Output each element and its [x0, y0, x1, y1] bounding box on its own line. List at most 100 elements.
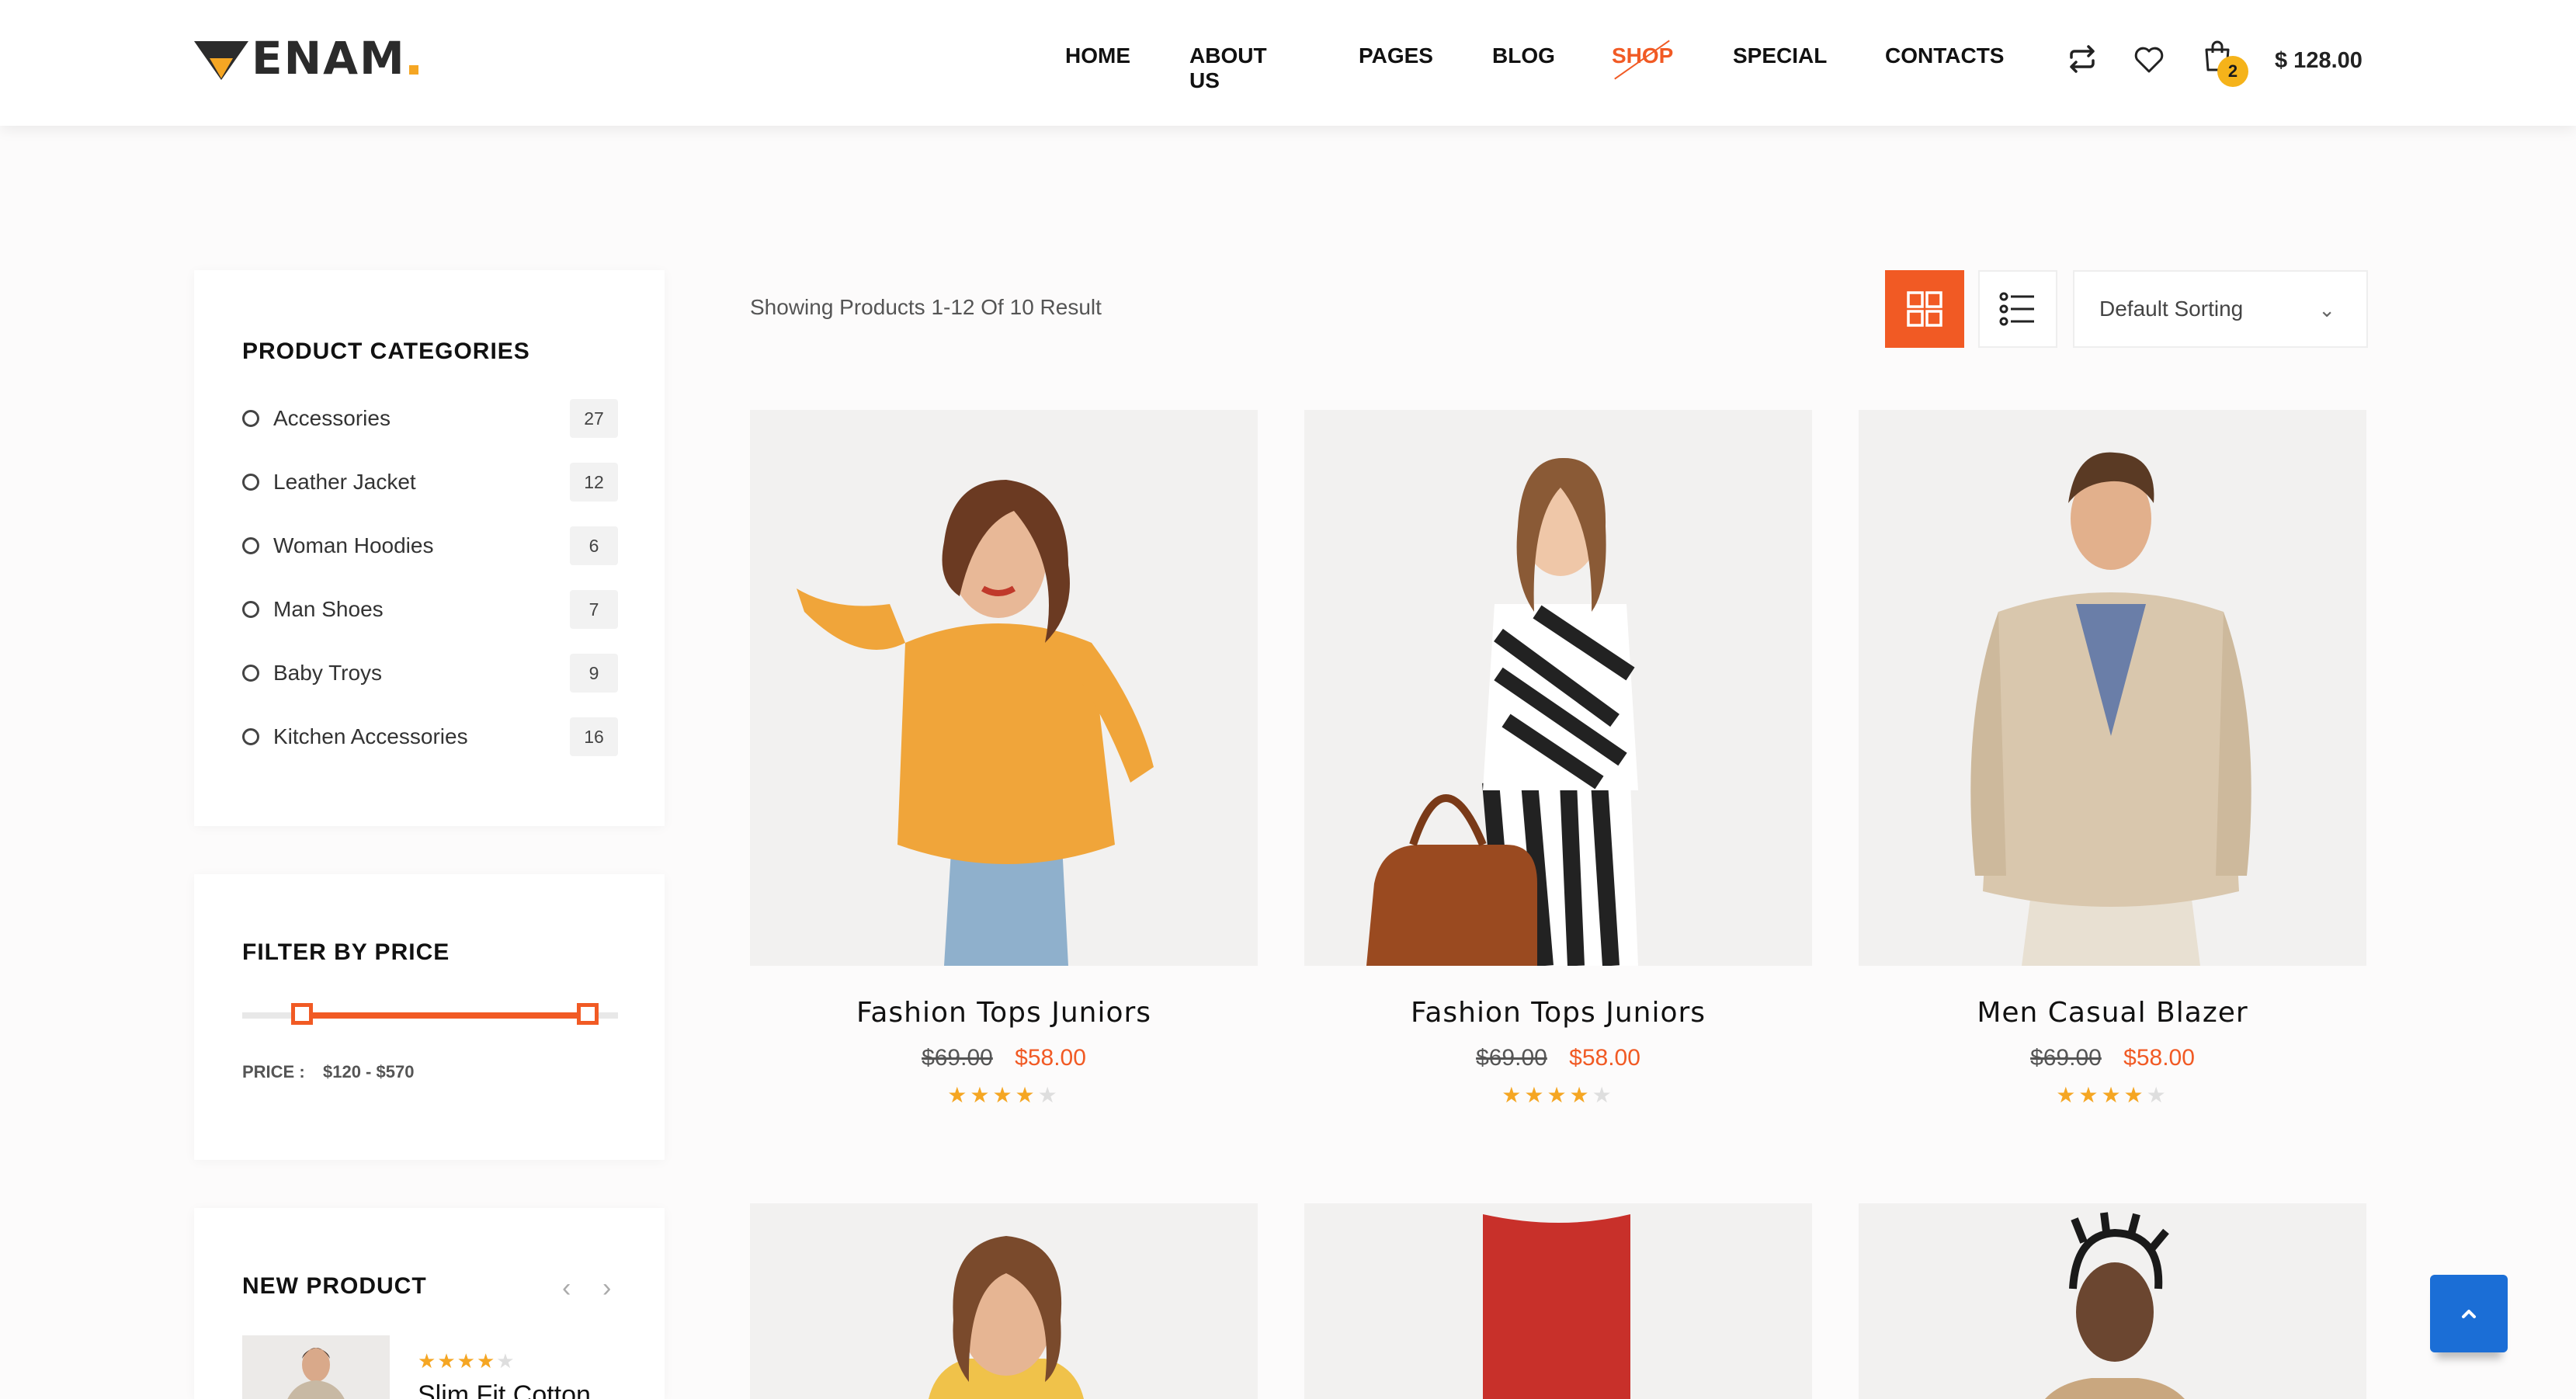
nav-special[interactable]: SPECIAL [1733, 43, 1827, 68]
category-count: 6 [570, 526, 618, 565]
category-item[interactable]: Accessories 27 [242, 399, 618, 438]
product-price: $69.00 $58.00 [750, 1045, 1258, 1071]
category-label: Kitchen Accessories [273, 724, 468, 748]
star-filled-icon: ★ [1547, 1083, 1570, 1107]
new-product-title: NEW PRODUCT [242, 1273, 427, 1299]
star-empty-icon: ★ [1037, 1083, 1061, 1107]
category-count: 12 [570, 463, 618, 502]
star-filled-icon: ★ [1524, 1083, 1547, 1107]
star-empty-icon: ★ [1592, 1083, 1615, 1107]
category-item[interactable]: Man Shoes 7 [242, 590, 618, 629]
category-label: Accessories [273, 406, 391, 430]
product-price: $69.00 $58.00 [1304, 1045, 1812, 1071]
category-label: Baby Troys [273, 661, 383, 685]
star-filled-icon: ★ [1502, 1083, 1525, 1107]
star-filled-icon: ★ [992, 1083, 1015, 1107]
site-header: ENAM HOME ABOUT US PAGES BLOG SHOP SPECI… [0, 0, 2576, 126]
results-count: Showing Products 1-12 Of 10 Result [750, 295, 1102, 319]
star-filled-icon: ★ [457, 1349, 477, 1373]
nav-shop[interactable]: SHOP [1612, 43, 1673, 68]
scroll-top-button[interactable] [2430, 1275, 2508, 1352]
chevron-left-icon[interactable]: ‹ [562, 1273, 571, 1304]
circle-icon [242, 537, 259, 554]
star-filled-icon: ★ [418, 1349, 438, 1373]
price-filter-title: FILTER BY PRICE [242, 939, 450, 965]
category-count: 9 [570, 654, 618, 693]
logo-text: ENAM [252, 32, 406, 85]
heart-icon[interactable] [2132, 42, 2166, 76]
product-image[interactable] [750, 1203, 1258, 1399]
product-card[interactable] [1859, 1203, 2366, 1399]
product-title[interactable]: Fashion Tops Juniors [750, 997, 1258, 1029]
category-count: 7 [570, 590, 618, 629]
logo-mark-icon [194, 41, 248, 80]
logo[interactable]: ENAM [194, 31, 418, 85]
star-filled-icon: ★ [2078, 1083, 2102, 1107]
star-empty-icon: ★ [2146, 1083, 2169, 1107]
grid-view-icon [1907, 291, 1942, 327]
product-image[interactable] [1304, 410, 1812, 966]
product-rating: ★★★★★ [1304, 1082, 1812, 1108]
product-image[interactable] [1304, 1203, 1812, 1399]
price-slider[interactable] [242, 1003, 618, 1025]
star-filled-icon: ★ [1015, 1083, 1038, 1107]
star-filled-icon: ★ [2123, 1083, 2147, 1107]
circle-icon [242, 665, 259, 682]
product-image[interactable] [1859, 410, 2366, 966]
nav-about-us[interactable]: ABOUT US [1189, 43, 1267, 93]
list-view-button[interactable] [1978, 270, 2057, 348]
product-card[interactable]: Men Casual Blazer $69.00 $58.00 ★★★★★ [1859, 410, 2366, 1107]
old-price: $69.00 [922, 1045, 993, 1071]
product-card[interactable] [1304, 1203, 1812, 1399]
new-product-thumbnail[interactable] [242, 1335, 390, 1399]
category-count: 27 [570, 399, 618, 438]
star-filled-icon: ★ [2056, 1083, 2079, 1107]
circle-icon [242, 410, 259, 427]
nav-blog[interactable]: BLOG [1492, 43, 1555, 68]
list-view-icon [1999, 292, 2034, 326]
nav-contacts[interactable]: CONTACTS [1885, 43, 2004, 68]
grid-view-button[interactable] [1885, 270, 1964, 348]
chevron-down-icon: ⌄ [2318, 298, 2335, 321]
sort-select[interactable]: Default Sorting ⌄ [2073, 270, 2368, 348]
star-filled-icon: ★ [1569, 1083, 1592, 1107]
nav-pages[interactable]: PAGES [1359, 43, 1433, 68]
product-rating: ★★★★★ [1859, 1082, 2366, 1108]
nav-home[interactable]: HOME [1065, 43, 1130, 68]
star-filled-icon: ★ [947, 1083, 970, 1107]
product-title[interactable]: Men Casual Blazer [1859, 997, 2366, 1029]
product-image[interactable] [750, 410, 1258, 966]
arrow-up-icon [2462, 1310, 2476, 1318]
category-item[interactable]: Woman Hoodies 6 [242, 526, 618, 565]
price-slider-max-handle[interactable] [577, 1003, 599, 1025]
product-card[interactable] [750, 1203, 1258, 1399]
price-label: PRICE : [242, 1062, 305, 1081]
old-price: $69.00 [1476, 1045, 1547, 1071]
product-image[interactable] [1859, 1203, 2366, 1399]
star-filled-icon: ★ [437, 1349, 457, 1373]
star-filled-icon: ★ [2101, 1083, 2124, 1107]
category-item[interactable]: Leather Jacket 12 [242, 463, 618, 502]
category-label: Woman Hoodies [273, 533, 434, 557]
product-card[interactable]: Fashion Tops Juniors $69.00 $58.00 ★★★★★ [1304, 410, 1812, 1107]
product-price: $69.00 $58.00 [1859, 1045, 2366, 1071]
category-item[interactable]: Baby Troys 9 [242, 654, 618, 693]
circle-icon [242, 728, 259, 745]
categories-title: PRODUCT CATEGORIES [242, 338, 530, 364]
logo-dot [408, 65, 418, 75]
product-title[interactable]: Fashion Tops Juniors [1304, 997, 1812, 1029]
price-slider-min-handle[interactable] [291, 1003, 314, 1025]
category-label: Leather Jacket [273, 470, 416, 494]
category-label: Man Shoes [273, 597, 384, 621]
category-item[interactable]: Kitchen Accessories 16 [242, 717, 618, 756]
old-price: $69.00 [2030, 1045, 2102, 1071]
price-filter-widget: FILTER BY PRICE PRICE : $120 - $570 [194, 874, 665, 1160]
star-empty-icon: ★ [496, 1349, 516, 1373]
circle-icon [242, 601, 259, 618]
cart-total[interactable]: $ 128.00 [2275, 48, 2362, 74]
chevron-right-icon[interactable]: › [602, 1273, 611, 1304]
new-product-widget: NEW PRODUCT ‹ › ★★★★★ Slim Fit Cotton [194, 1208, 665, 1399]
compare-icon[interactable] [2065, 42, 2099, 76]
product-card[interactable]: Fashion Tops Juniors $69.00 $58.00 ★★★★★ [750, 410, 1258, 1107]
new-product-name[interactable]: Slim Fit Cotton [418, 1380, 591, 1399]
